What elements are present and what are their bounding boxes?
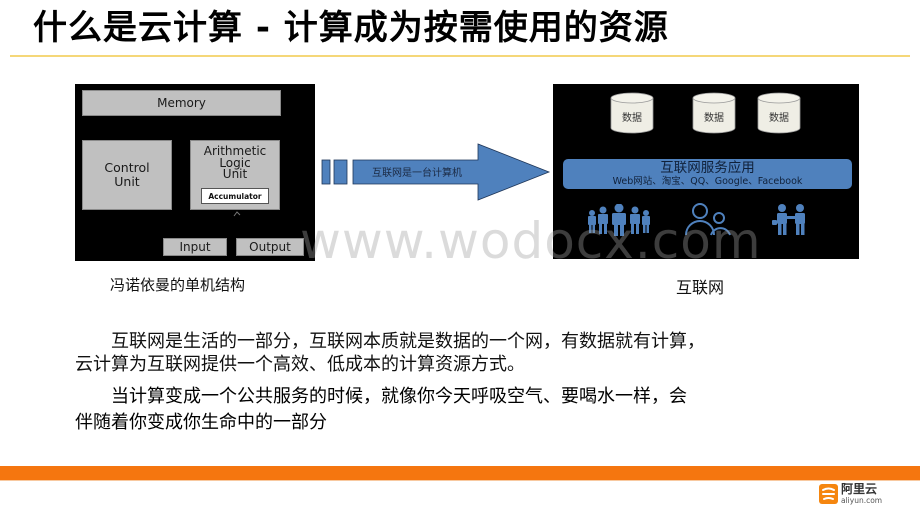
logo-text-cn: 阿里云 [841,482,878,496]
footer-line [0,480,920,481]
output-block: Output [236,238,304,256]
slide-title: 什么是云计算 - 计算成为按需使用的资源 [33,8,669,48]
accumulator-pointer-icon [233,211,241,217]
accumulator-block: Accumulator [201,188,269,204]
alu-label-3: Unit [222,167,248,181]
database-label: 数据 [769,113,789,124]
internet-diagram: 数据 数据 数据 互联网服务应用 Web网站、淘宝、QQ、Google、Face… [553,84,859,259]
arrow-stripe-2 [333,159,348,185]
input-block: Input [163,238,227,256]
internet-caption: 互联网 [676,278,725,297]
database-label: 数据 [704,113,724,124]
footer-bar [0,466,920,480]
users-outline-icon [685,203,731,236]
services-examples: Web网站、淘宝、QQ、Google、Facebook [612,176,803,187]
arrow-label: 互联网是一台计算机 [372,168,462,179]
paragraph-1-line-1: 互联网是生活的一部分，互联网本质就是数据的一个网，有数据就有计算， [75,331,705,352]
alu-block: Arithmetic Logic Unit Accumulator [190,140,280,210]
paragraph-2-line-2: 伴随着你变成你生命中的一部分 [75,412,327,433]
control-unit-block: Control Unit [82,140,172,210]
group-people-icon [588,204,650,236]
von-neumann-diagram: Memory Control Unit Arithmetic Logic Uni… [75,84,315,261]
handshake-people-icon [772,204,805,235]
logo-text-en: aliyun.com [841,496,883,505]
aliyun-logo: 阿里云 aliyun.com [819,482,899,506]
aliyun-logo-icon [819,484,838,504]
control-unit-label-1: Control [104,160,150,175]
von-neumann-caption: 冯诺依曼的单机结构 [110,276,246,294]
database-label: 数据 [622,113,642,124]
memory-block: Memory [82,90,281,116]
paragraph-1-line-2: 云计算为互联网提供一个高效、低成本的计算资源方式。 [75,354,525,375]
control-unit-label-2: Unit [114,174,140,189]
arrow-stripe-1 [321,159,331,185]
paragraph-2-line-1: 当计算变成一个公共服务的时候，就像你今天呼吸空气、要喝水一样，会 [75,386,687,407]
internet-services-bar: 互联网服务应用 Web网站、淘宝、QQ、Google、Facebook [563,159,852,189]
title-underline [10,55,910,57]
services-title: 互联网服务应用 [660,160,755,176]
